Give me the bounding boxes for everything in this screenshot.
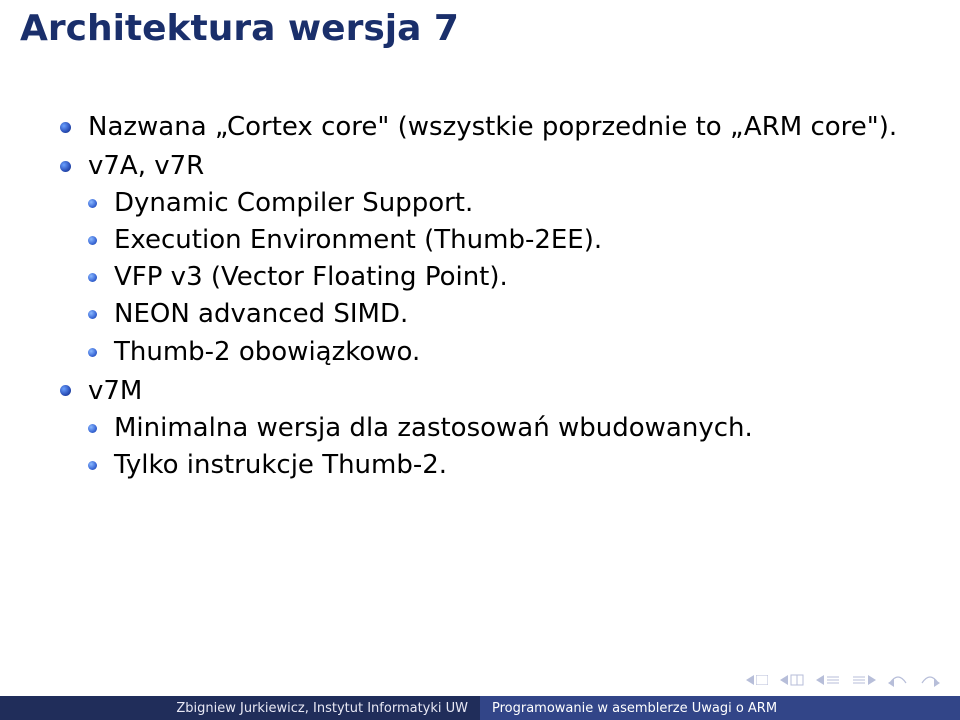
nav-prev-slide-icon[interactable] [780, 674, 804, 686]
nav-symbols [746, 670, 940, 690]
bullet-text: Nazwana „Cortex core" (wszystkie poprzed… [88, 112, 897, 142]
bullet-list-level2: Minimalna wersja dla zastosowań wbudowan… [88, 411, 900, 483]
slide: Architektura wersja 7 Nazwana „Cortex co… [0, 0, 960, 720]
list-item: Minimalna wersja dla zastosowań wbudowan… [88, 411, 900, 446]
bullet-text: Execution Environment (Thumb-2EE). [114, 225, 602, 255]
slide-title: Architektura wersja 7 [0, 0, 960, 61]
list-item: Execution Environment (Thumb-2EE). [88, 223, 900, 258]
bullet-text: Dynamic Compiler Support. [114, 188, 473, 218]
list-item: Nazwana „Cortex core" (wszystkie poprzed… [60, 110, 900, 145]
nav-next-frame-icon[interactable] [852, 675, 876, 685]
list-item: NEON advanced SIMD. [88, 297, 900, 332]
list-item: v7M Minimalna wersja dla zastosowań wbud… [60, 374, 900, 483]
slide-content: Nazwana „Cortex core" (wszystkie poprzed… [60, 110, 900, 487]
list-item: v7A, v7R Dynamic Compiler Support. Execu… [60, 149, 900, 370]
list-item: Thumb-2 obowiązkowo. [88, 335, 900, 370]
footer-author: Zbigniew Jurkiewicz, Instytut Informatyk… [0, 696, 480, 720]
bullet-text: Thumb-2 obowiązkowo. [114, 337, 420, 367]
footer-title-text: Programowanie w asemblerze Uwagi o ARM [492, 701, 777, 716]
footer: Zbigniew Jurkiewicz, Instytut Informatyk… [0, 696, 960, 720]
bullet-text: Minimalna wersja dla zastosowań wbudowan… [114, 413, 753, 443]
footer-title: Programowanie w asemblerze Uwagi o ARM [480, 696, 960, 720]
bullet-text: v7A, v7R [88, 151, 204, 181]
list-item: Dynamic Compiler Support. [88, 186, 900, 221]
bullet-list-level2: Dynamic Compiler Support. Execution Envi… [88, 186, 900, 369]
bullet-list-level1: Nazwana „Cortex core" (wszystkie poprzed… [60, 110, 900, 483]
list-item: VFP v3 (Vector Floating Point). [88, 260, 900, 295]
footer-author-text: Zbigniew Jurkiewicz, Instytut Informatyk… [176, 701, 468, 716]
bullet-text: NEON advanced SIMD. [114, 299, 408, 329]
bullet-text: VFP v3 (Vector Floating Point). [114, 262, 508, 292]
nav-forward-icon[interactable] [920, 673, 940, 687]
list-item: Tylko instrukcje Thumb-2. [88, 448, 900, 483]
bullet-text: Tylko instrukcje Thumb-2. [114, 450, 447, 480]
bullet-text: v7M [88, 376, 142, 406]
nav-prev-section-icon[interactable] [746, 675, 768, 685]
nav-back-icon[interactable] [888, 673, 908, 687]
nav-prev-frame-icon[interactable] [816, 675, 840, 685]
